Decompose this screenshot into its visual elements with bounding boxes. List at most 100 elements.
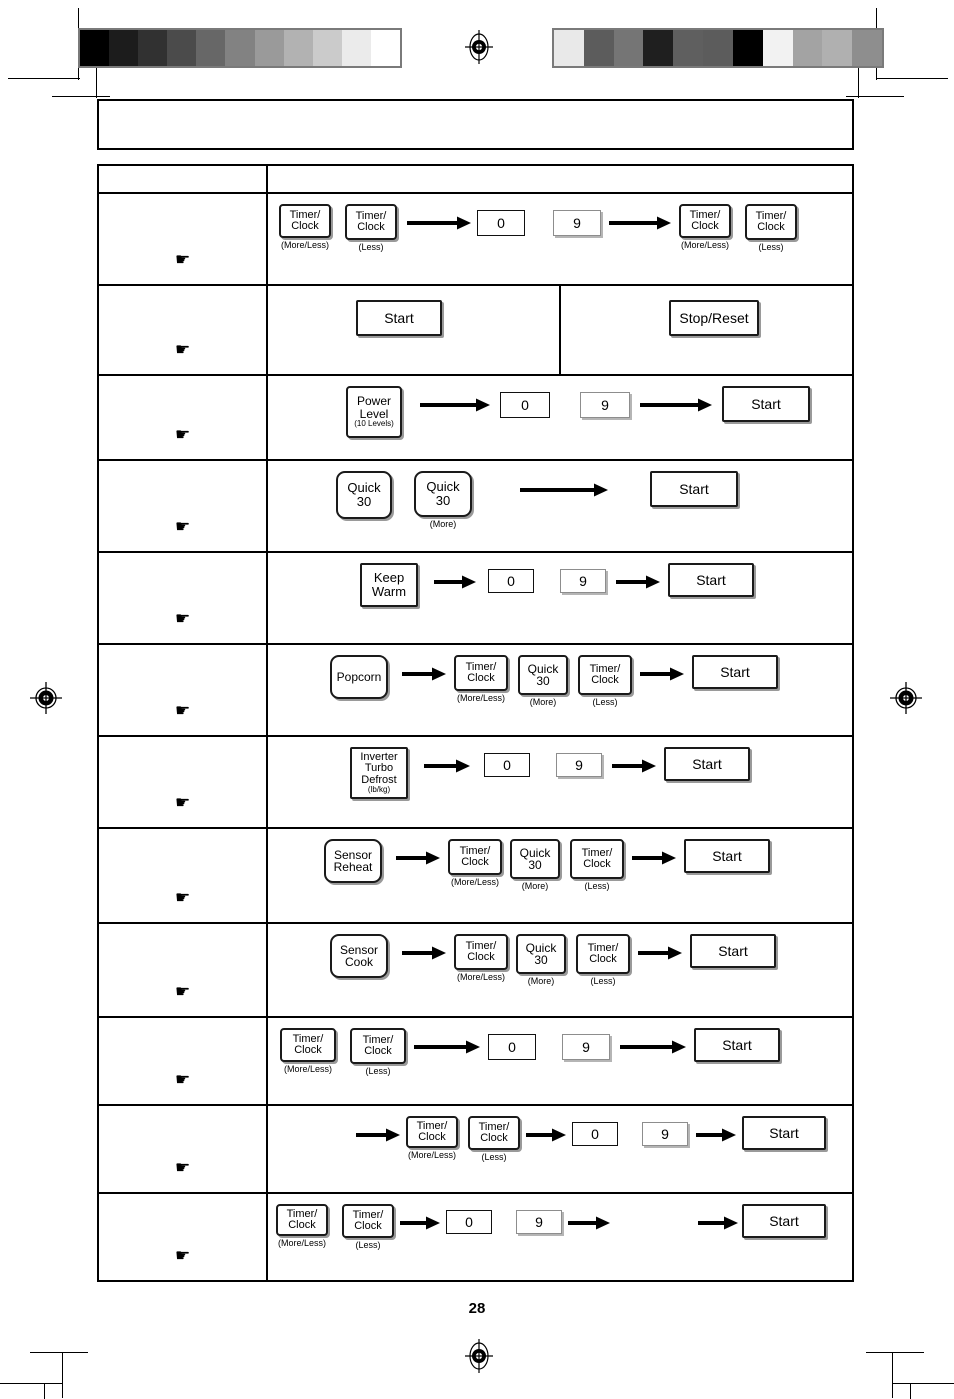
keep-warm-row-sequence: Keep Warm 0 9 Start — [268, 563, 852, 607]
button-caption: (Less) — [592, 697, 618, 707]
digit-box-0[interactable]: 0 — [477, 210, 525, 236]
row-sequence-cell-keep-warm-row: Keep Warm 0 9 Start — [268, 553, 852, 643]
flow-arrow-icon — [400, 1216, 440, 1230]
digit-box-0[interactable]: 0 — [488, 569, 534, 593]
popcorn-row-group-0: Popcorn — [330, 655, 388, 699]
arrow-timer-clock-row-group-4: Timer/Clock (Less) — [468, 1116, 520, 1162]
sensor-reheat-row-sequence: Sensor Reheat Timer/Clock (More/Less) Quick 3… — [268, 839, 852, 891]
button-start[interactable]: Start — [742, 1116, 826, 1150]
button-timer--clock[interactable]: Timer/Clock — [454, 934, 508, 970]
button-timer--clock[interactable]: Timer/Clock — [406, 1116, 458, 1148]
digit-box-9[interactable]: 9 — [642, 1122, 688, 1146]
row-label-cell-timer-clock-row: ☛ — [99, 194, 268, 284]
digit-box-9[interactable]: 9 — [553, 210, 601, 236]
button-label-line-1: 30 — [356, 494, 372, 509]
button-timer--clock[interactable]: Timer/Clock — [745, 204, 797, 240]
button-caption: (More) — [429, 519, 457, 529]
button-power-level[interactable]: Power Level (10 Levels) — [346, 386, 402, 438]
button-start[interactable]: Start — [356, 300, 442, 336]
table-row: ☛ Keep Warm 0 9 Start — [99, 553, 852, 645]
digit-group: 0 — [488, 1028, 536, 1060]
inverter-turbo-defrost-row-group-10: Start — [664, 747, 750, 781]
button-caption: (More/Less) — [280, 240, 329, 250]
button-start[interactable]: Start — [722, 386, 810, 422]
digit-box-0[interactable]: 0 — [446, 1210, 492, 1234]
button-timer--clock[interactable]: Timer/Clock — [448, 839, 502, 875]
sensor-cook-row-sequence: Sensor Cook Timer/Clock (More/Less) Quick 30 (… — [268, 934, 852, 986]
button-timer--clock[interactable]: Timer/Clock — [576, 934, 630, 974]
button-label-line-1: Clock — [589, 953, 617, 965]
button-keep-warm[interactable]: Keep Warm — [360, 563, 418, 607]
button-start[interactable]: Start — [664, 747, 750, 781]
button-timer--clock[interactable]: Timer/Clock — [468, 1116, 520, 1150]
button-sensor-cook[interactable]: Sensor Cook — [330, 934, 388, 978]
button-label-line-1: Clock — [354, 1220, 382, 1232]
digit-box-0[interactable]: 0 — [484, 753, 530, 777]
button-start[interactable]: Start — [668, 563, 754, 597]
button-start[interactable]: Start — [694, 1028, 780, 1062]
button-quick-30[interactable]: Quick 30 — [414, 471, 472, 517]
button-timer--clock[interactable]: Timer/Clock — [578, 655, 632, 695]
pointing-hand-icon: ☛ — [175, 517, 191, 536]
button-start[interactable]: Start — [690, 934, 776, 968]
gray-swatch-10 — [852, 30, 882, 66]
flow-arrow-icon — [616, 575, 660, 589]
flow-arrow-icon — [434, 575, 476, 589]
table-row: ☛ Timer/Clock (More/Less) Timer/Clock (Less)… — [99, 1194, 852, 1280]
button-caption: (More/Less) — [407, 1150, 456, 1160]
button-popcorn[interactable]: Popcorn — [330, 655, 388, 699]
pointing-hand-icon: ☛ — [175, 1070, 191, 1089]
digit-box-9[interactable]: 9 — [580, 392, 630, 418]
button-sensor-reheat[interactable]: Sensor Reheat — [324, 839, 382, 883]
digit-box-9[interactable]: 9 — [516, 1210, 562, 1234]
button-timer--clock[interactable]: Timer/Clock — [345, 204, 397, 240]
flow-arrow-icon — [407, 216, 471, 230]
digit-box-9[interactable]: 9 — [562, 1034, 610, 1060]
button-stop-reset[interactable]: Stop/Reset — [669, 300, 759, 336]
button-start[interactable]: Start — [650, 471, 738, 507]
gray-swatch-9 — [822, 30, 853, 66]
popcorn-row-group-8: Timer/Clock (Less) — [578, 655, 632, 707]
row-label-cell-arrow-timer-clock-row: ☛ — [99, 1106, 268, 1192]
button-caption: (More/Less) — [456, 972, 505, 982]
quick-30-row-group-6: Start — [650, 471, 738, 507]
button-timer--clock[interactable]: Timer/Clock — [276, 1204, 328, 1236]
button-timer--clock[interactable]: Timer/Clock — [342, 1204, 394, 1238]
button-label-line-1: Clock — [591, 674, 619, 686]
button-start[interactable]: Start — [742, 1204, 826, 1238]
digit-box-0[interactable]: 0 — [500, 392, 550, 418]
button-caption: (More/Less) — [277, 1238, 326, 1248]
button-quick-30[interactable]: Quick 30 — [518, 655, 568, 695]
arrow-group — [638, 934, 682, 960]
button-label-line-1: Clock — [294, 1044, 322, 1056]
button-label-line-0: Quick — [426, 479, 460, 495]
pointing-hand-icon: ☛ — [175, 1158, 191, 1177]
button-timer--clock[interactable]: Timer/Clock — [279, 204, 331, 238]
button-timer--clock[interactable]: Timer/Clock — [679, 204, 731, 238]
digit-box-0[interactable]: 0 — [572, 1122, 618, 1146]
button-start[interactable]: Start — [692, 655, 778, 689]
button-start[interactable]: Start — [684, 839, 770, 873]
button-label-line-1: 30 — [435, 493, 451, 508]
button-timer--clock[interactable]: Timer/Clock — [570, 839, 624, 879]
button-timer--clock[interactable]: Timer/Clock — [280, 1028, 336, 1062]
button-inverter-turbo-defrost[interactable]: Inverter Turbo Defrost (lb/kg) — [350, 747, 408, 799]
digit-box-9[interactable]: 9 — [556, 753, 602, 777]
button-quick-30[interactable]: Quick 30 — [510, 839, 560, 879]
button-timer--clock[interactable]: Timer/Clock — [454, 655, 508, 691]
popcorn-row-sequence: Popcorn Timer/Clock (More/Less) Quick 30 (Mor… — [268, 655, 852, 707]
flow-arrow-icon — [698, 1216, 738, 1230]
digit-box-9[interactable]: 9 — [560, 569, 606, 593]
sensor-reheat-row-group-12: Start — [684, 839, 770, 873]
digit-box-0[interactable]: 0 — [488, 1034, 536, 1060]
button-quick-30[interactable]: Quick 30 — [336, 471, 392, 519]
button-quick-30[interactable]: Quick 30 — [516, 934, 566, 974]
flow-arrow-icon — [640, 667, 684, 681]
pointing-hand-icon: ☛ — [175, 1246, 191, 1265]
row-sequence-cell-sensor-reheat-row: Sensor Reheat Timer/Clock (More/Less) Quick 3… — [268, 829, 852, 922]
pointing-hand-icon: ☛ — [175, 793, 191, 812]
button-label-line-0: Start — [692, 755, 722, 772]
arrow-group — [396, 839, 440, 865]
button-timer--clock[interactable]: Timer/Clock — [350, 1028, 406, 1064]
timer-clock-row-group-12: Timer/Clock (More/Less) — [679, 204, 731, 250]
